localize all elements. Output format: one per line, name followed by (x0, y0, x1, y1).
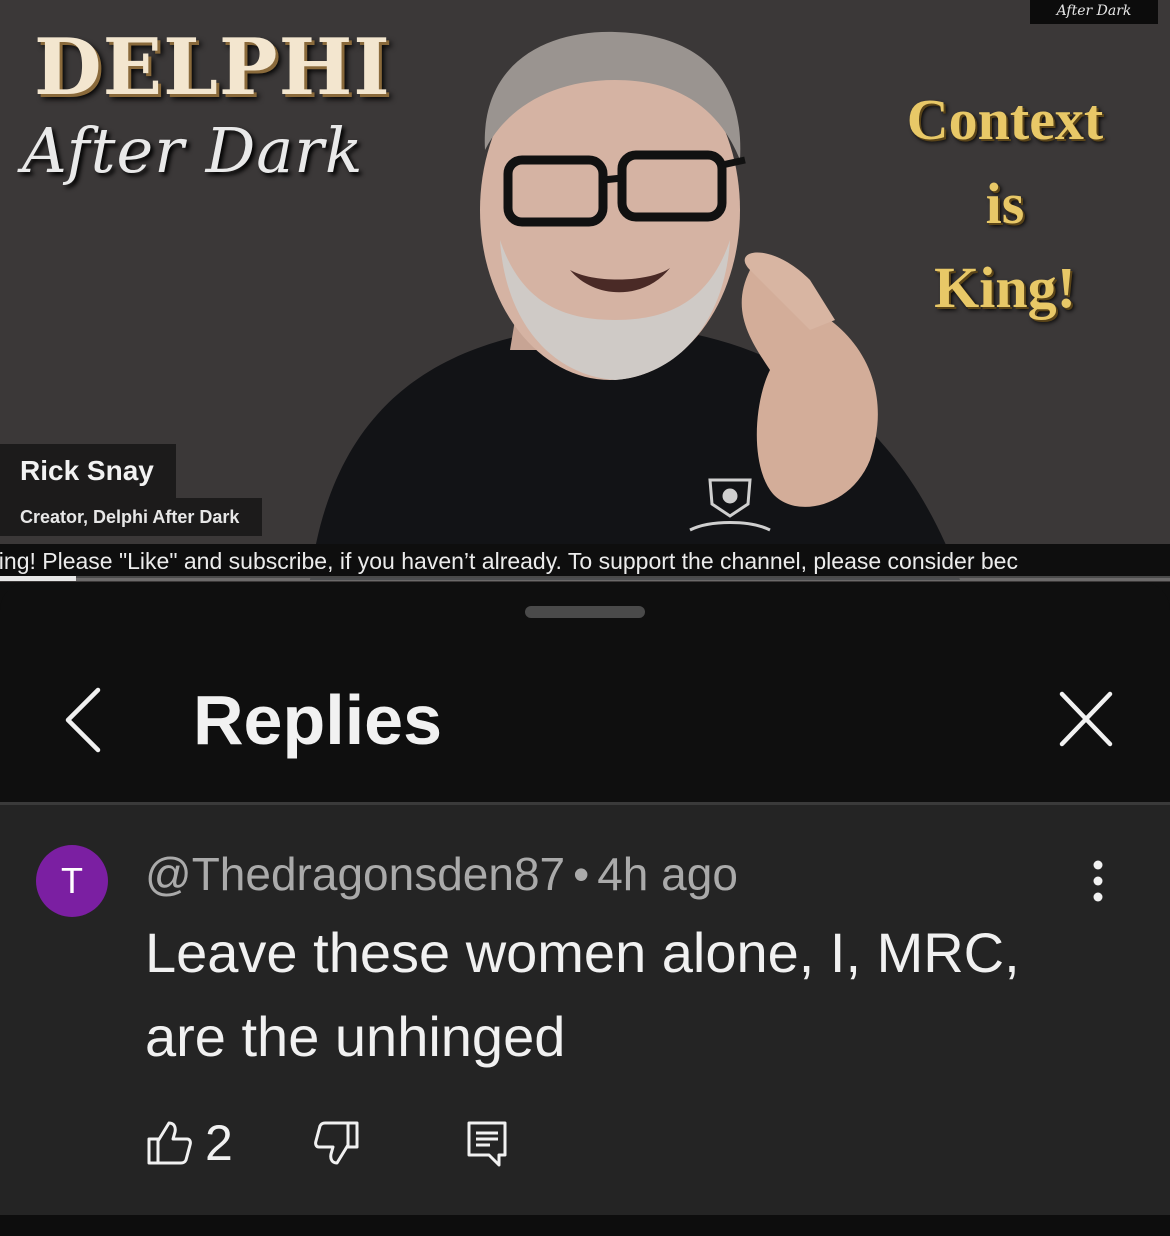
presenter-image (310, 31, 960, 580)
ticker-banner: hing! Please "Like" and subscribe, if yo… (0, 544, 1170, 578)
thumb-up-icon (147, 1121, 192, 1165)
bottom-bar (0, 1215, 1170, 1236)
comment-author[interactable]: @Thedragonsden87 (145, 848, 565, 900)
thumb-down-icon (314, 1121, 359, 1165)
presenter-title: Creator, Delphi After Dark (0, 498, 262, 536)
like-count: 2 (205, 1115, 233, 1171)
slogan-line: is (985, 171, 1025, 236)
drag-handle[interactable] (525, 606, 645, 618)
more-vertical-icon (1093, 860, 1103, 902)
presenter-name: Rick Snay (0, 444, 176, 498)
replies-sheet: Replies T @Thedragonsden87 • 4h ago Leave … (0, 582, 1170, 1215)
more-options-button[interactable] (1080, 857, 1116, 905)
close-button[interactable] (1052, 688, 1120, 752)
comment-meta: @Thedragonsden87 • 4h ago (145, 845, 738, 903)
comment-reply-icon (467, 1121, 507, 1167)
chevron-left-icon (65, 687, 101, 753)
dislike-button[interactable] (313, 1119, 361, 1167)
slogan-line: Context (906, 87, 1104, 152)
video-progress-bar[interactable] (0, 576, 1170, 581)
video-progress-fill (0, 576, 77, 581)
reply-button[interactable] (465, 1119, 509, 1169)
watermark: After Dark (1030, 0, 1158, 24)
ticker-text: hing! Please "Like" and subscribe, if yo… (0, 548, 1018, 574)
back-button[interactable] (56, 682, 112, 758)
comment-text: Leave these women alone, I, MRC, are the… (145, 921, 1020, 1068)
comment-item: T @Thedragonsden87 • 4h ago Leave these wo… (0, 805, 1170, 1215)
slogan-line: King! (934, 255, 1076, 320)
comment-time: 4h ago (597, 848, 738, 900)
like-button[interactable] (145, 1119, 193, 1167)
sheet-title: Replies (193, 681, 442, 759)
close-icon (1059, 691, 1113, 747)
avatar[interactable]: T (36, 845, 108, 917)
slogan: Context is King! (900, 78, 1110, 330)
video-player[interactable]: After Dark DELPHI After Dark Context is (0, 0, 1170, 582)
meta-separator: • (573, 848, 590, 900)
